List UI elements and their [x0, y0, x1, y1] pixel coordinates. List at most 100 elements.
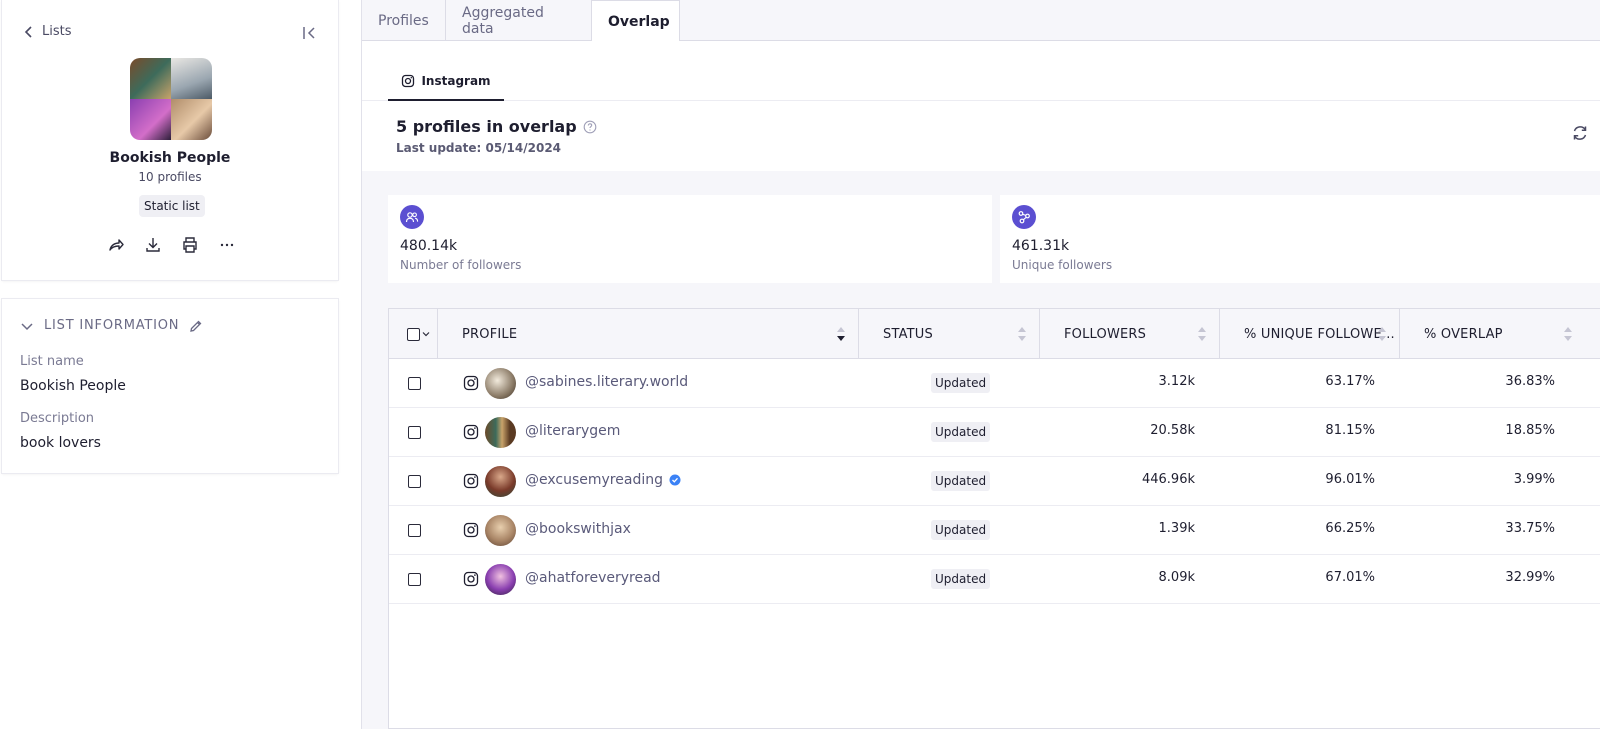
status-badge: Updated	[931, 422, 991, 442]
column-label: FOLLOWERS	[1064, 326, 1147, 342]
print-button[interactable]	[180, 235, 200, 255]
overlap-title-text: 5 profiles in overlap	[396, 117, 577, 136]
followers-cell: 3.12k	[1158, 374, 1195, 389]
list-information-heading: LIST INFORMATION	[44, 318, 180, 333]
table-row: @excusemyreading Updated 446.96k 96.01% …	[389, 457, 1600, 506]
unique-followers-cell: 63.17%	[1325, 374, 1375, 389]
profile-handle-link[interactable]: @ahatforeveryread	[525, 570, 661, 586]
tab-aggregated-data[interactable]: Aggregated data	[446, 0, 592, 41]
table-row: @ahatforeveryread Updated 8.09k 67.01% 3…	[389, 555, 1600, 604]
profile-handle: @excusemyreading	[525, 472, 663, 488]
row-checkbox[interactable]	[408, 426, 421, 439]
list-type-badge: Static list	[139, 195, 205, 217]
select-all-checkbox[interactable]	[407, 327, 420, 341]
unique-followers-cell: 66.25%	[1325, 521, 1375, 536]
overlap-cell: 18.85%	[1505, 423, 1555, 438]
avatar	[130, 58, 171, 99]
profile-handle-link[interactable]: @literarygem	[525, 423, 620, 439]
status-badge: Updated	[931, 520, 991, 540]
table-row: @bookswithjax Updated 1.39k 66.25% 33.75…	[389, 506, 1600, 555]
followers-cell: 8.09k	[1158, 570, 1195, 585]
list-information-toggle[interactable]: LIST INFORMATION	[20, 318, 203, 333]
sort-icon[interactable]	[1563, 325, 1573, 343]
sort-descending-icon[interactable]	[836, 325, 846, 343]
profile-handle-link[interactable]: @excusemyreading	[525, 472, 681, 488]
followers-cell: 20.58k	[1150, 423, 1195, 438]
refresh-icon[interactable]	[1570, 123, 1590, 143]
profile-handle-link[interactable]: @sabines.literary.world	[525, 374, 688, 390]
more-options-button[interactable]	[217, 235, 237, 255]
unique-followers-cell: 96.01%	[1325, 472, 1375, 487]
avatar	[485, 466, 516, 497]
profile-handle-link[interactable]: @bookswithjax	[525, 521, 631, 537]
row-checkbox[interactable]	[408, 524, 421, 537]
download-button[interactable]	[143, 235, 163, 255]
list-name-value: Bookish People	[20, 378, 126, 394]
profile-handle: @sabines.literary.world	[525, 374, 689, 390]
profile-handle: @literarygem	[525, 423, 621, 439]
column-label: STATUS	[883, 326, 933, 342]
status-badge: Updated	[931, 471, 991, 491]
share-icon	[109, 239, 124, 251]
sort-icon[interactable]	[1377, 325, 1387, 343]
description-value: book lovers	[20, 435, 101, 451]
overlap-title: 5 profiles in overlap	[396, 117, 597, 136]
column-status[interactable]: STATUS	[859, 309, 1040, 359]
collapse-sidebar-icon[interactable]	[300, 24, 318, 42]
tab-profiles[interactable]: Profiles	[362, 0, 446, 41]
subtab-instagram[interactable]: Instagram	[388, 63, 504, 101]
edit-pencil-icon[interactable]	[189, 319, 203, 333]
list-summary-card: Lists Bookish People 10 profiles Static …	[2, 0, 338, 280]
status-badge: Updated	[931, 373, 991, 393]
profile-handle: @bookswithjax	[525, 521, 631, 537]
list-avatar-collage	[130, 58, 212, 140]
verified-badge-icon	[669, 474, 681, 486]
overlap-cell: 3.99%	[1513, 472, 1555, 487]
tab-overlap[interactable]: Overlap	[591, 0, 680, 42]
row-checkbox[interactable]	[408, 377, 421, 390]
tab-bar: Profiles Aggregated data Overlap	[362, 0, 1600, 42]
network-tabs: Instagram	[362, 41, 1600, 101]
overlap-header: 5 profiles in overlap Last update: 05/14…	[362, 101, 1600, 171]
list-sidebar: Lists Bookish People 10 profiles Static …	[0, 0, 362, 729]
select-all-header[interactable]	[389, 309, 438, 359]
share-button[interactable]	[106, 235, 126, 255]
list-profile-count: 10 profiles	[138, 170, 202, 184]
help-icon[interactable]	[583, 120, 597, 134]
instagram-icon	[463, 375, 479, 391]
row-checkbox[interactable]	[408, 475, 421, 488]
chevron-down-icon[interactable]	[422, 330, 430, 338]
avatar	[171, 58, 212, 99]
last-update: Last update: 05/14/2024	[396, 141, 562, 155]
instagram-icon	[402, 74, 415, 88]
column-label: PROFILE	[462, 326, 518, 342]
description-label: Description	[20, 411, 95, 426]
overlap-cell: 33.75%	[1505, 521, 1555, 536]
instagram-icon	[463, 424, 479, 440]
followers-label: Number of followers	[400, 258, 522, 272]
column-profile[interactable]: PROFILE	[438, 309, 859, 359]
followers-count: 480.14k	[400, 238, 458, 254]
table-row: @literarygem Updated 20.58k 81.15% 18.85…	[389, 408, 1600, 457]
network-nodes-icon	[1012, 205, 1036, 229]
avatar	[485, 564, 516, 595]
followers-cell: 446.96k	[1141, 472, 1195, 487]
avatar	[485, 515, 516, 546]
overlap-cell: 32.99%	[1505, 570, 1555, 585]
column-overlap[interactable]: % OVERLAP	[1400, 309, 1600, 359]
row-checkbox[interactable]	[408, 573, 421, 586]
chevron-down-icon	[21, 322, 33, 330]
back-to-lists-link[interactable]: Lists	[22, 24, 72, 39]
more-horizontal-icon	[220, 243, 234, 247]
sort-icon[interactable]	[1017, 325, 1027, 343]
column-unique-followers[interactable]: % UNIQUE FOLLOWE...	[1220, 309, 1400, 359]
list-name-label: List name	[20, 354, 84, 369]
chevron-left-icon	[24, 25, 32, 38]
sort-icon[interactable]	[1197, 325, 1207, 343]
followers-stat-card: 480.14k Number of followers	[388, 195, 992, 283]
column-followers[interactable]: FOLLOWERS	[1040, 309, 1220, 359]
unique-followers-label: Unique followers	[1012, 258, 1113, 272]
overlap-cell: 36.83%	[1505, 374, 1555, 389]
column-label: % UNIQUE FOLLOWE...	[1244, 326, 1395, 342]
instagram-icon	[463, 473, 479, 489]
